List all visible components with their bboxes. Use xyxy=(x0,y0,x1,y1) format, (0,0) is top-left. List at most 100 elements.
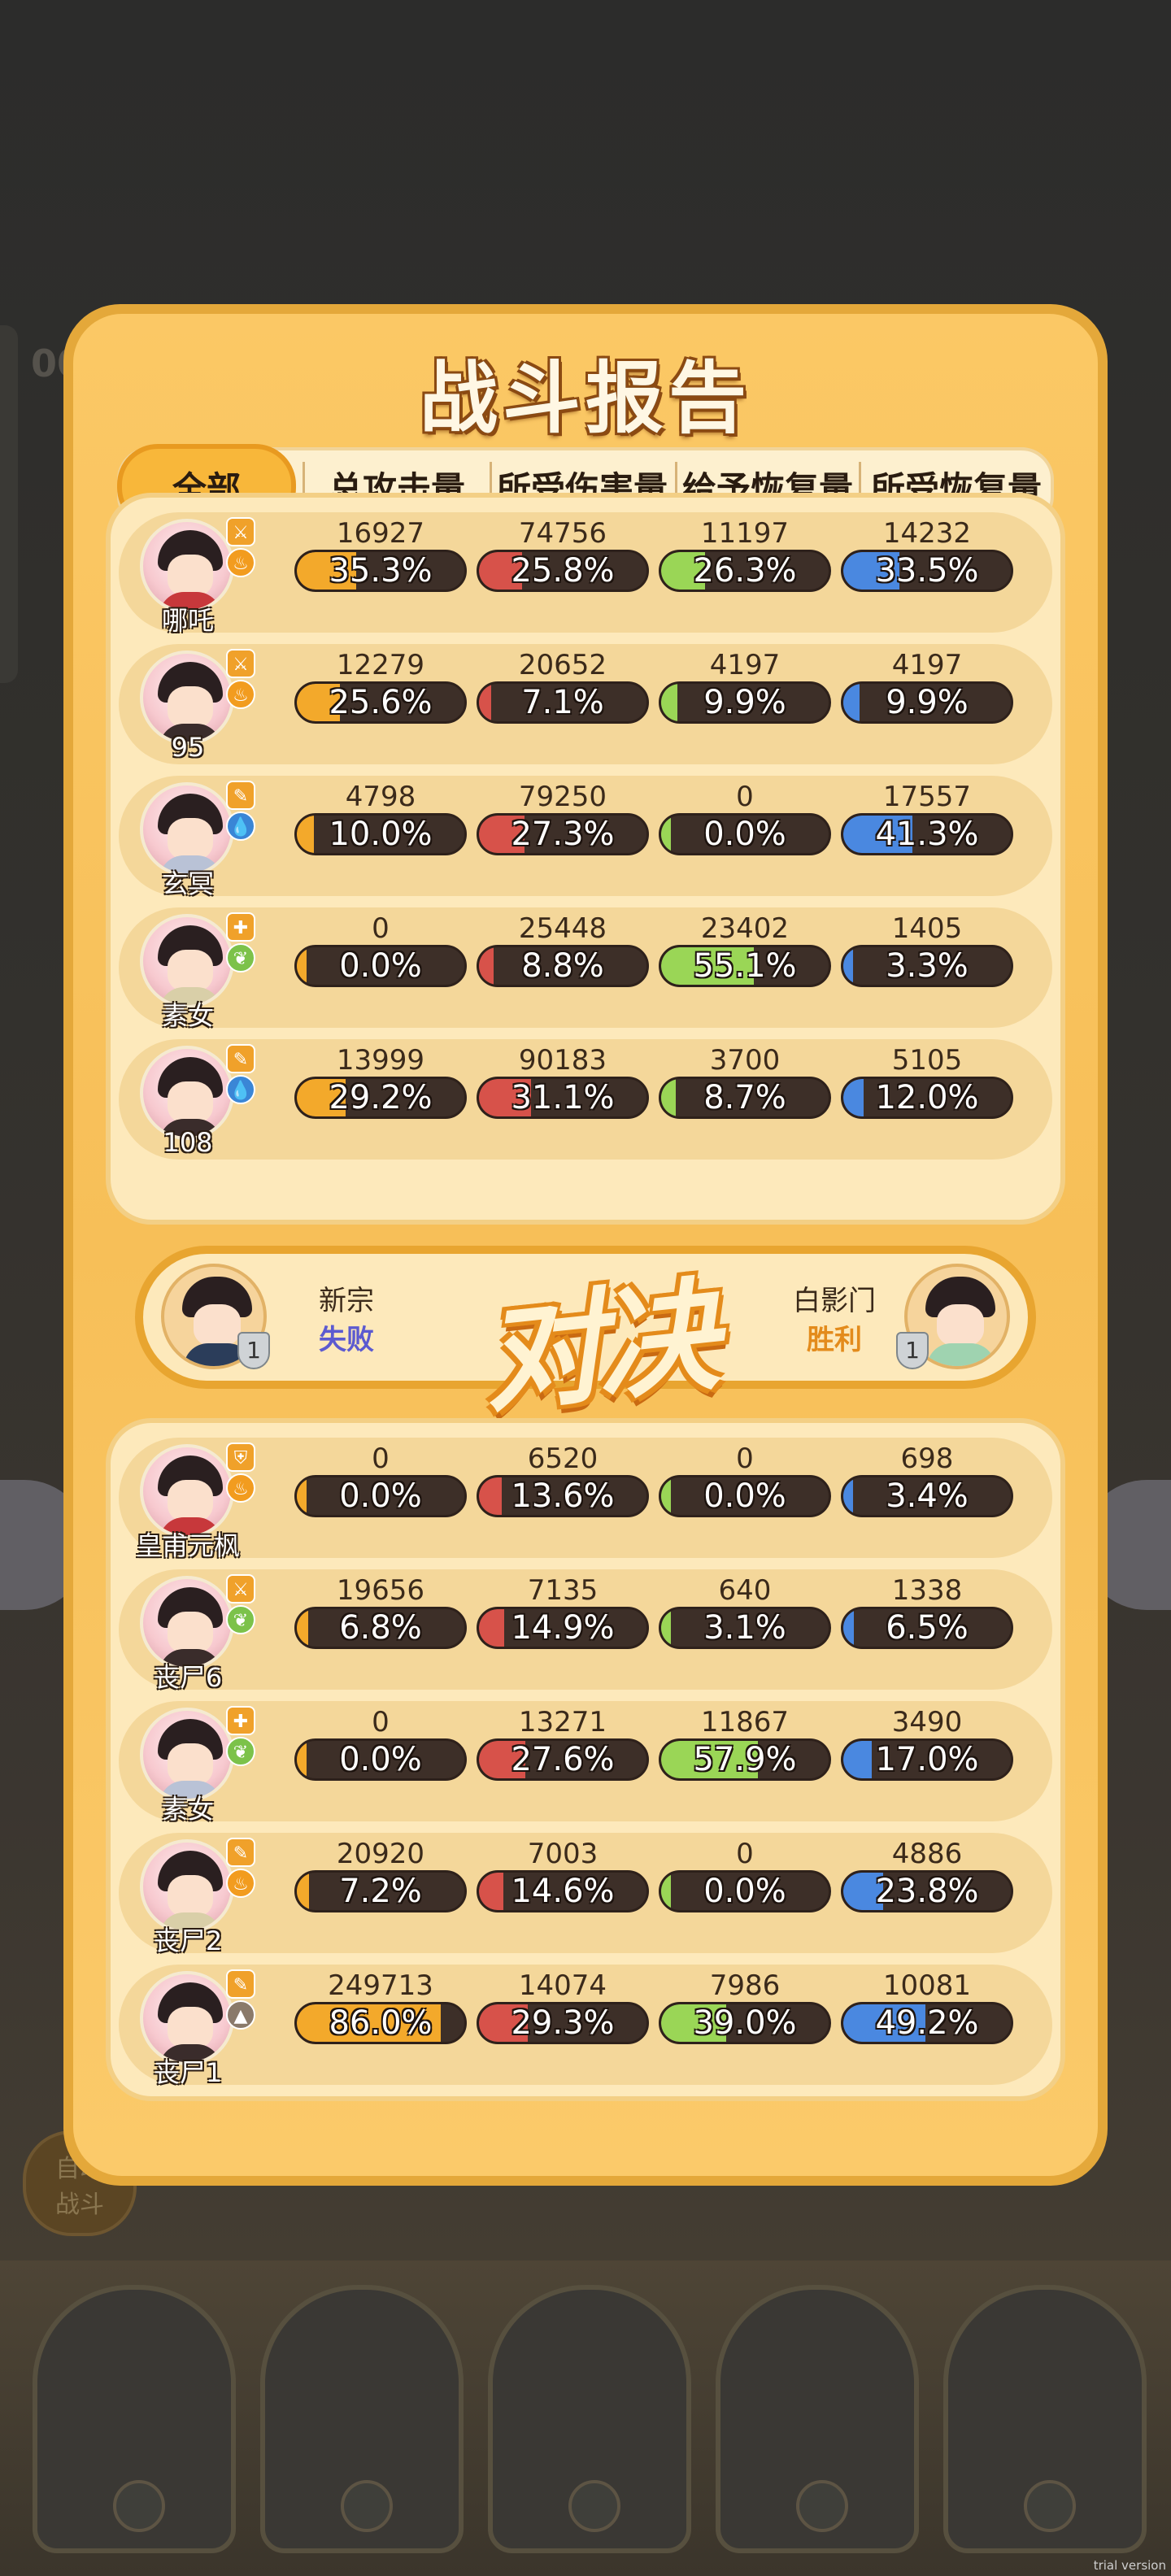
percent-label: 33.5% xyxy=(875,552,979,590)
character-name: 108 xyxy=(163,1127,213,1158)
stat-damage-taken: 13271 27.6% xyxy=(477,1706,649,1781)
stat-damage-taken: 90183 31.1% xyxy=(477,1044,649,1119)
right-team-name: 白影门 xyxy=(793,1285,876,1317)
character-row[interactable]: ✚ ❦ 素女 0 0.0% 25448 8.8% 23402 55.1% 1405 3.3% xyxy=(119,907,1052,1031)
stat-damage-taken: 20652 7.1% xyxy=(477,649,649,724)
character-row[interactable]: ⛨ ♨ 皇甫元枫 0 0.0% 6520 13.6% 0 0.0% 698 3.4% xyxy=(119,1438,1052,1561)
stat-attack: 19656 6.8% xyxy=(294,1574,467,1649)
percent-label: 41.3% xyxy=(875,816,979,853)
stat-heal-given: 640 3.1% xyxy=(659,1574,831,1649)
stat-value: 14074 xyxy=(518,1969,607,2002)
stat-damage-taken: 79250 27.3% xyxy=(477,781,649,855)
stat-heal-received: 1338 6.5% xyxy=(841,1574,1013,1649)
character-avatar xyxy=(140,1708,234,1802)
stat-attack: 4798 10.0% xyxy=(294,781,467,855)
percent-label: 3.4% xyxy=(886,1477,969,1515)
stat-value: 4798 xyxy=(345,781,416,813)
percent-bar: 49.2% xyxy=(841,2002,1013,2044)
hero-slot[interactable] xyxy=(943,2285,1147,2553)
character-row[interactable]: ✎ ▲ 丧尸1 249713 86.0% 14074 29.3% 7986 39.0% 10081… xyxy=(119,1965,1052,2088)
character-row[interactable]: ⚔ ♨ 95 12279 25.6% 20652 7.1% 4197 9.9% 4197 9.9% xyxy=(119,644,1052,764)
stat-value: 79250 xyxy=(518,781,607,813)
percent-bar: 0.0% xyxy=(659,1870,831,1912)
percent-label: 0.0% xyxy=(339,947,422,985)
percent-bar: 12.0% xyxy=(841,1077,1013,1119)
percent-bar: 10.0% xyxy=(294,813,467,855)
stat-value: 640 xyxy=(718,1574,772,1607)
character-row[interactable]: ✎ 💧 108 13999 29.2% 90183 31.1% 3700 8.7% 5105 12.… xyxy=(119,1039,1052,1160)
versus-title: 对决 xyxy=(475,1264,717,1431)
fire-element-icon: ♨ xyxy=(226,680,255,709)
hero-slot[interactable] xyxy=(488,2285,691,2553)
stat-heal-given: 23402 55.1% xyxy=(659,912,831,987)
stat-value: 20652 xyxy=(518,649,607,681)
percent-label: 9.9% xyxy=(703,684,786,721)
hero-slot[interactable] xyxy=(260,2285,464,2553)
character-row[interactable]: ✚ ❦ 素女 0 0.0% 13271 27.6% 11867 57.9% 3490 17.0% xyxy=(119,1701,1052,1825)
percent-label: 17.0% xyxy=(875,1741,979,1778)
battle-report-panel: 战斗报告 全部 总攻击量 所受伤害量 给予恢复量 所受恢复量 ⚔ ♨ 哪吒 16927… xyxy=(63,304,1108,2186)
character-row[interactable]: ⚔ ❦ 丧尸6 19656 6.8% 7135 14.9% 640 3.1% 1338 6.5% xyxy=(119,1569,1052,1693)
percent-label: 10.0% xyxy=(329,816,433,853)
left-team-result: 失败 xyxy=(319,1324,374,1356)
percent-bar: 9.9% xyxy=(659,681,831,724)
character-name: 丧尸2 xyxy=(153,1925,223,1956)
wood-element-icon: ❦ xyxy=(226,1737,255,1766)
water-element-icon: 💧 xyxy=(226,812,255,841)
percent-label: 25.6% xyxy=(329,684,433,721)
stat-heal-given: 0 0.0% xyxy=(659,1442,831,1517)
percent-label: 0.0% xyxy=(339,1477,422,1515)
character-name: 95 xyxy=(171,732,205,763)
percent-label: 12.0% xyxy=(875,1079,979,1116)
percent-label: 7.2% xyxy=(339,1873,422,1910)
side-panel-tab[interactable] xyxy=(0,325,18,683)
stat-attack: 12279 25.6% xyxy=(294,649,467,724)
character-name: 哪吒 xyxy=(161,605,214,636)
character-avatar xyxy=(140,1046,234,1140)
stat-value: 19656 xyxy=(336,1574,425,1607)
wood-element-icon: ❦ xyxy=(226,943,255,973)
percent-bar: 6.8% xyxy=(294,1607,467,1649)
percent-bar: 0.0% xyxy=(659,813,831,855)
character-row[interactable]: ⚔ ♨ 哪吒 16927 35.3% 74756 25.8% 11197 26.3% 14232 3… xyxy=(119,512,1052,636)
stat-heal-given: 3700 8.7% xyxy=(659,1044,831,1119)
percent-label: 27.6% xyxy=(511,1741,615,1778)
auto-battle-label: 战斗 xyxy=(55,2191,104,2219)
stat-value: 0 xyxy=(372,1706,390,1738)
character-row[interactable]: ✎ ♨ 丧尸2 20920 7.2% 7003 14.6% 0 0.0% 4886 23.8% xyxy=(119,1833,1052,1956)
percent-label: 23.8% xyxy=(875,1873,979,1910)
percent-bar: 3.3% xyxy=(841,945,1013,987)
character-avatar xyxy=(140,651,234,745)
percent-bar: 25.6% xyxy=(294,681,467,724)
hero-slot[interactable] xyxy=(716,2285,919,2553)
percent-label: 49.2% xyxy=(875,2004,979,2042)
hero-slot[interactable] xyxy=(33,2285,236,2553)
stat-value: 23402 xyxy=(700,912,790,945)
fire-element-icon: ♨ xyxy=(226,548,255,577)
stat-damage-taken: 6520 13.6% xyxy=(477,1442,649,1517)
stat-heal-given: 0 0.0% xyxy=(659,781,831,855)
attacker-team-stats: ⚔ ♨ 哪吒 16927 35.3% 74756 25.8% 11197 26.3% 14232 3… xyxy=(106,493,1065,1225)
percent-label: 57.9% xyxy=(693,1741,797,1778)
stat-value: 11867 xyxy=(700,1706,790,1738)
percent-bar: 41.3% xyxy=(841,813,1013,855)
stat-heal-received: 10081 49.2% xyxy=(841,1969,1013,2044)
stat-heal-received: 4886 23.8% xyxy=(841,1838,1013,1912)
stat-value: 11197 xyxy=(700,517,790,550)
stat-attack: 20920 7.2% xyxy=(294,1838,467,1912)
stat-value: 4197 xyxy=(891,649,963,681)
stat-value: 0 xyxy=(736,781,754,813)
stat-value: 1405 xyxy=(891,912,963,945)
stat-heal-given: 11867 57.9% xyxy=(659,1706,831,1781)
percent-label: 25.8% xyxy=(511,552,615,590)
watermark: trial version xyxy=(1093,2558,1166,2573)
percent-bar: 14.9% xyxy=(477,1607,649,1649)
stat-damage-taken: 14074 29.3% xyxy=(477,1969,649,2044)
stat-heal-received: 17557 41.3% xyxy=(841,781,1013,855)
weapon-icon: ⚔ xyxy=(226,649,255,678)
earth-element-icon: ▲ xyxy=(226,2000,255,2030)
character-name: 素女 xyxy=(161,1794,214,1825)
character-row[interactable]: ✎ 💧 玄冥 4798 10.0% 79250 27.3% 0 0.0% 17557 41.3% xyxy=(119,776,1052,899)
percent-label: 3.3% xyxy=(886,947,969,985)
stat-attack: 13999 29.2% xyxy=(294,1044,467,1119)
